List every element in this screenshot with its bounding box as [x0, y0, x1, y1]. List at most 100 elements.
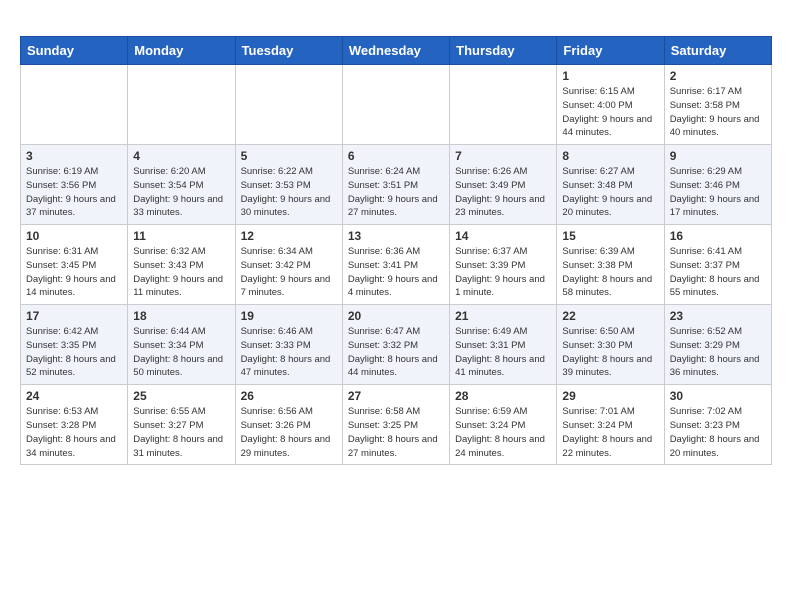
- day-number: 7: [455, 149, 551, 163]
- calendar-week-row: 24 Sunrise: 6:53 AM Sunset: 3:28 PM Dayli…: [21, 385, 772, 465]
- calendar-cell: 10Sunrise: 6:31 AM Sunset: 3:45 PM Dayli…: [21, 225, 128, 305]
- day-info: Sunrise: 6:42 AM Sunset: 3:35 PM Dayligh…: [26, 325, 122, 380]
- day-info: Sunrise: 6:44 AM Sunset: 3:34 PM Dayligh…: [133, 325, 229, 380]
- calendar-cell: 3 Sunrise: 6:19 AM Sunset: 3:56 PM Daylig…: [21, 145, 128, 225]
- calendar-cell: 14 Sunrise: 6:37 AM Sunset: 3:39 PM Dayli…: [450, 225, 557, 305]
- calendar-cell: 18 Sunrise: 6:44 AM Sunset: 3:34 PM Dayli…: [128, 305, 235, 385]
- weekday-header: Tuesday: [235, 37, 342, 65]
- day-number: 6: [348, 149, 444, 163]
- calendar-cell: 11 Sunrise: 6:32 AM Sunset: 3:43 PM Dayli…: [128, 225, 235, 305]
- day-info: Sunrise: 6:27 AM Sunset: 3:48 PM Dayligh…: [562, 165, 658, 220]
- day-number: 12: [241, 229, 337, 243]
- day-number: 28: [455, 389, 551, 403]
- day-info: Sunrise: 6:49 AM Sunset: 3:31 PM Dayligh…: [455, 325, 551, 380]
- calendar-cell: [21, 65, 128, 145]
- day-number: 25: [133, 389, 229, 403]
- day-number: 22: [562, 309, 658, 323]
- calendar-cell: 4Sunrise: 6:20 AM Sunset: 3:54 PM Daylig…: [128, 145, 235, 225]
- day-info: Sunrise: 6:20 AM Sunset: 3:54 PM Dayligh…: [133, 165, 229, 220]
- day-number: 30: [670, 389, 766, 403]
- calendar-cell: [128, 65, 235, 145]
- day-info: Sunrise: 6:56 AM Sunset: 3:26 PM Dayligh…: [241, 405, 337, 460]
- calendar-cell: 1 Sunrise: 6:15 AM Sunset: 4:00 PM Daylig…: [557, 65, 664, 145]
- weekday-header: Thursday: [450, 37, 557, 65]
- day-info: Sunrise: 6:53 AM Sunset: 3:28 PM Dayligh…: [26, 405, 122, 460]
- weekday-header: Monday: [128, 37, 235, 65]
- day-info: Sunrise: 6:55 AM Sunset: 3:27 PM Dayligh…: [133, 405, 229, 460]
- day-info: Sunrise: 7:01 AM Sunset: 3:24 PM Dayligh…: [562, 405, 658, 460]
- calendar-week-row: 3 Sunrise: 6:19 AM Sunset: 3:56 PM Daylig…: [21, 145, 772, 225]
- day-info: Sunrise: 6:36 AM Sunset: 3:41 PM Dayligh…: [348, 245, 444, 300]
- day-info: Sunrise: 6:31 AM Sunset: 3:45 PM Dayligh…: [26, 245, 122, 300]
- day-number: 5: [241, 149, 337, 163]
- day-info: Sunrise: 7:02 AM Sunset: 3:23 PM Dayligh…: [670, 405, 766, 460]
- calendar-cell: [342, 65, 449, 145]
- calendar-week-row: 17 Sunrise: 6:42 AM Sunset: 3:35 PM Dayli…: [21, 305, 772, 385]
- day-number: 15: [562, 229, 658, 243]
- day-number: 20: [348, 309, 444, 323]
- day-number: 18: [133, 309, 229, 323]
- calendar-cell: 17 Sunrise: 6:42 AM Sunset: 3:35 PM Dayli…: [21, 305, 128, 385]
- page: General Blue SundayMondayTuesdayWednesda…: [0, 0, 792, 475]
- day-number: 27: [348, 389, 444, 403]
- day-info: Sunrise: 6:24 AM Sunset: 3:51 PM Dayligh…: [348, 165, 444, 220]
- calendar-cell: 23 Sunrise: 6:52 AM Sunset: 3:29 PM Dayli…: [664, 305, 771, 385]
- calendar-cell: 2 Sunrise: 6:17 AM Sunset: 3:58 PM Daylig…: [664, 65, 771, 145]
- day-number: 17: [26, 309, 122, 323]
- calendar-cell: 24 Sunrise: 6:53 AM Sunset: 3:28 PM Dayli…: [21, 385, 128, 465]
- day-number: 16: [670, 229, 766, 243]
- calendar-cell: 5 Sunrise: 6:22 AM Sunset: 3:53 PM Daylig…: [235, 145, 342, 225]
- day-info: Sunrise: 6:34 AM Sunset: 3:42 PM Dayligh…: [241, 245, 337, 300]
- calendar-cell: 12 Sunrise: 6:34 AM Sunset: 3:42 PM Dayli…: [235, 225, 342, 305]
- day-number: 1: [562, 69, 658, 83]
- calendar-cell: 7 Sunrise: 6:26 AM Sunset: 3:49 PM Daylig…: [450, 145, 557, 225]
- day-number: 3: [26, 149, 122, 163]
- day-number: 11: [133, 229, 229, 243]
- calendar-cell: 20 Sunrise: 6:47 AM Sunset: 3:32 PM Dayli…: [342, 305, 449, 385]
- day-info: Sunrise: 6:29 AM Sunset: 3:46 PM Dayligh…: [670, 165, 766, 220]
- calendar-cell: [235, 65, 342, 145]
- day-info: Sunrise: 6:32 AM Sunset: 3:43 PM Dayligh…: [133, 245, 229, 300]
- day-info: Sunrise: 6:59 AM Sunset: 3:24 PM Dayligh…: [455, 405, 551, 460]
- day-number: 9: [670, 149, 766, 163]
- day-info: Sunrise: 6:26 AM Sunset: 3:49 PM Dayligh…: [455, 165, 551, 220]
- calendar-cell: 15 Sunrise: 6:39 AM Sunset: 3:38 PM Dayli…: [557, 225, 664, 305]
- calendar-cell: 27Sunrise: 6:58 AM Sunset: 3:25 PM Dayli…: [342, 385, 449, 465]
- calendar-header-row: SundayMondayTuesdayWednesdayThursdayFrid…: [21, 37, 772, 65]
- calendar-week-row: 10Sunrise: 6:31 AM Sunset: 3:45 PM Dayli…: [21, 225, 772, 305]
- calendar-cell: 13Sunrise: 6:36 AM Sunset: 3:41 PM Dayli…: [342, 225, 449, 305]
- calendar-cell: 8 Sunrise: 6:27 AM Sunset: 3:48 PM Daylig…: [557, 145, 664, 225]
- weekday-header: Saturday: [664, 37, 771, 65]
- day-number: 23: [670, 309, 766, 323]
- day-info: Sunrise: 6:15 AM Sunset: 4:00 PM Dayligh…: [562, 85, 658, 140]
- day-info: Sunrise: 6:41 AM Sunset: 3:37 PM Dayligh…: [670, 245, 766, 300]
- calendar-cell: 9 Sunrise: 6:29 AM Sunset: 3:46 PM Daylig…: [664, 145, 771, 225]
- weekday-header: Sunday: [21, 37, 128, 65]
- calendar-cell: 28 Sunrise: 6:59 AM Sunset: 3:24 PM Dayli…: [450, 385, 557, 465]
- calendar-cell: 21 Sunrise: 6:49 AM Sunset: 3:31 PM Dayli…: [450, 305, 557, 385]
- day-number: 19: [241, 309, 337, 323]
- day-number: 24: [26, 389, 122, 403]
- calendar-cell: 6 Sunrise: 6:24 AM Sunset: 3:51 PM Daylig…: [342, 145, 449, 225]
- day-info: Sunrise: 6:39 AM Sunset: 3:38 PM Dayligh…: [562, 245, 658, 300]
- calendar-cell: 25 Sunrise: 6:55 AM Sunset: 3:27 PM Dayli…: [128, 385, 235, 465]
- day-info: Sunrise: 6:47 AM Sunset: 3:32 PM Dayligh…: [348, 325, 444, 380]
- day-number: 2: [670, 69, 766, 83]
- calendar-table: SundayMondayTuesdayWednesdayThursdayFrid…: [20, 36, 772, 465]
- day-info: Sunrise: 6:52 AM Sunset: 3:29 PM Dayligh…: [670, 325, 766, 380]
- day-info: Sunrise: 6:37 AM Sunset: 3:39 PM Dayligh…: [455, 245, 551, 300]
- day-number: 8: [562, 149, 658, 163]
- calendar-week-row: 1 Sunrise: 6:15 AM Sunset: 4:00 PM Daylig…: [21, 65, 772, 145]
- day-number: 29: [562, 389, 658, 403]
- weekday-header: Wednesday: [342, 37, 449, 65]
- calendar-cell: 22Sunrise: 6:50 AM Sunset: 3:30 PM Dayli…: [557, 305, 664, 385]
- calendar-cell: 16 Sunrise: 6:41 AM Sunset: 3:37 PM Dayli…: [664, 225, 771, 305]
- calendar-cell: 26Sunrise: 6:56 AM Sunset: 3:26 PM Dayli…: [235, 385, 342, 465]
- weekday-header: Friday: [557, 37, 664, 65]
- day-info: Sunrise: 6:19 AM Sunset: 3:56 PM Dayligh…: [26, 165, 122, 220]
- day-info: Sunrise: 6:17 AM Sunset: 3:58 PM Dayligh…: [670, 85, 766, 140]
- day-info: Sunrise: 6:22 AM Sunset: 3:53 PM Dayligh…: [241, 165, 337, 220]
- day-number: 21: [455, 309, 551, 323]
- day-number: 14: [455, 229, 551, 243]
- calendar-cell: [450, 65, 557, 145]
